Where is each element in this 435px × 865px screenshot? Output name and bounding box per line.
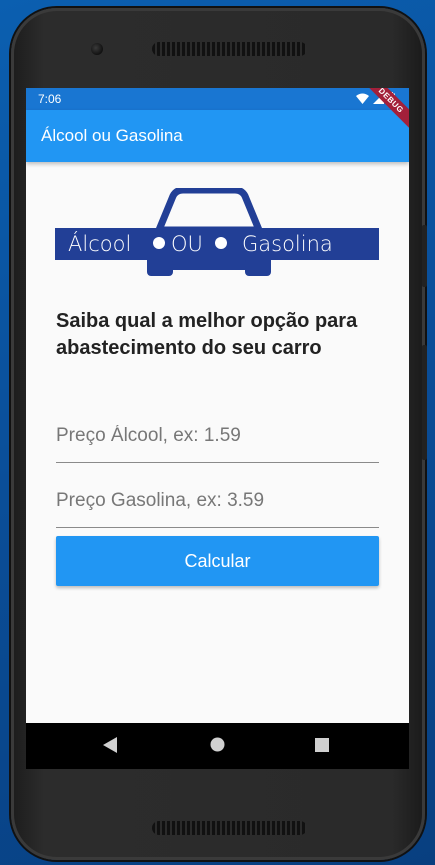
app-logo: Álcool OU Gasolina — [55, 188, 379, 278]
alcohol-price-input[interactable] — [56, 413, 379, 447]
logo-word-ou: OU — [171, 232, 203, 256]
gas-price-input[interactable] — [56, 478, 379, 512]
alcohol-price-field[interactable] — [56, 413, 379, 463]
gas-price-field[interactable] — [56, 478, 379, 528]
app-title: Álcool ou Gasolina — [41, 126, 183, 145]
recents-icon[interactable] — [315, 738, 329, 752]
status-time: 7:06 — [38, 92, 62, 106]
front-camera — [91, 43, 103, 55]
logo-word-gasolina: Gasolina — [242, 232, 333, 256]
back-icon[interactable] — [103, 737, 117, 753]
logo-word-alcool: Álcool — [68, 232, 132, 256]
wifi-icon — [356, 93, 369, 104]
bottom-speaker — [152, 821, 307, 835]
page-heading: Saiba qual a melhor opção para abastecim… — [56, 310, 358, 359]
calculate-button[interactable]: Calcular — [56, 536, 379, 586]
app-bar: Álcool ou Gasolina — [26, 110, 409, 162]
logo-dot-right — [215, 237, 227, 249]
app-screen: 7:06 Álcool ou Gasolina DEBUG Álcool OU … — [26, 88, 409, 769]
logo-dot-left — [153, 237, 165, 249]
top-speaker — [152, 42, 307, 56]
status-bar: 7:06 — [26, 88, 409, 110]
home-icon[interactable] — [210, 737, 225, 752]
volume-button — [422, 225, 427, 287]
power-button — [422, 345, 427, 460]
system-nav-bar — [26, 723, 409, 769]
